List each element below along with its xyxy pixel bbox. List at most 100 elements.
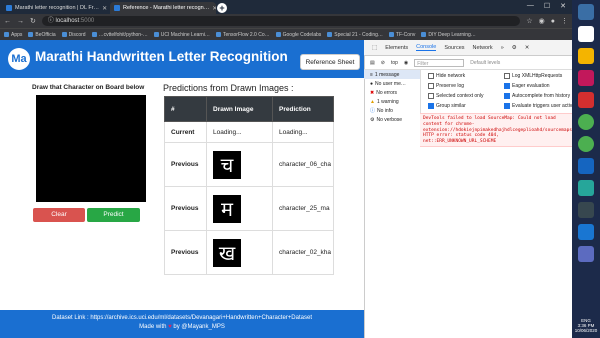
- clear-button[interactable]: Clear: [33, 208, 85, 222]
- drawn-image: ख: [213, 238, 241, 267]
- url-port: :5000: [79, 18, 95, 24]
- window-controls: — ☐ ✕: [527, 2, 566, 10]
- onenote-icon[interactable]: [578, 70, 594, 86]
- sidebar-item-verbose[interactable]: ⚙ No verbose: [364, 115, 420, 124]
- sidebar-item-user-messages[interactable]: ● No user me…: [364, 79, 420, 88]
- info-icon: ⓘ: [370, 108, 376, 114]
- close-icon[interactable]: ✕: [212, 5, 216, 12]
- console-toolbar: ▤ ⊘ top ◉ Filter Default levels: [364, 56, 572, 70]
- new-tab-button[interactable]: +: [217, 3, 227, 13]
- table-row: Previous च character_06_cha: [164, 142, 334, 187]
- minimize-icon[interactable]: —: [527, 2, 534, 10]
- reload-icon[interactable]: ↻: [30, 17, 36, 25]
- pdf-icon[interactable]: [578, 92, 594, 108]
- author-link[interactable]: by @Mayank_MPS: [173, 324, 224, 330]
- bookmark-item[interactable]: Discord: [61, 32, 86, 38]
- system-clock[interactable]: ENG 3:36 PM 10/06/2020: [572, 318, 600, 333]
- app-icon[interactable]: [578, 224, 594, 240]
- setting-preserve-log[interactable]: Preserve log: [428, 83, 464, 89]
- sidebar-item-errors[interactable]: ✖ No errors: [364, 88, 420, 97]
- chrome-icon[interactable]: [578, 114, 594, 130]
- vscode-icon[interactable]: [578, 158, 594, 174]
- row-label: Previous: [164, 230, 207, 275]
- heart-icon: ♥: [168, 324, 172, 330]
- bookmark-item[interactable]: DIY Deep Learning…: [421, 32, 476, 38]
- clock-date: 10/06/2020: [574, 328, 598, 333]
- bookmark-item[interactable]: Google Codelabs: [275, 32, 321, 38]
- context-select[interactable]: top: [391, 60, 398, 66]
- star-icon[interactable]: ☆: [526, 17, 532, 25]
- back-icon[interactable]: ←: [4, 18, 11, 25]
- menu-icon[interactable]: ⋮: [561, 17, 568, 25]
- prediction-cell: character_02_kha: [272, 230, 334, 275]
- setting-log-xhr[interactable]: Log XMLHttpRequests: [504, 73, 562, 79]
- taskbar: [572, 0, 600, 338]
- eye-icon[interactable]: ◉: [404, 60, 408, 66]
- tab-network[interactable]: Network: [473, 45, 493, 51]
- setting-hide-network[interactable]: Hide network: [428, 73, 465, 79]
- setting-selected-context[interactable]: Selected context only: [428, 93, 484, 99]
- drawn-image: म: [213, 194, 241, 223]
- close-icon[interactable]: ✕: [525, 45, 530, 51]
- address-bar[interactable]: ⓘ localhost:5000: [41, 16, 521, 26]
- sidebar-toggle-icon[interactable]: ▤: [370, 60, 375, 66]
- col-header: Prediction: [272, 96, 334, 122]
- tab-marathi-recognition[interactable]: Marathi letter recognition | DL Fr… ✕: [2, 2, 109, 14]
- reference-sheet-button[interactable]: Reference Sheet: [300, 54, 360, 70]
- inspect-icon[interactable]: ⬚: [372, 45, 377, 51]
- windows-icon[interactable]: [578, 4, 594, 20]
- bookmark-icon: [421, 32, 427, 37]
- sidebar-item-messages[interactable]: ≡ 1 message: [364, 70, 420, 79]
- warning-icon: ▲: [370, 98, 375, 105]
- search-icon[interactable]: [578, 26, 594, 42]
- bookmark-item[interactable]: UCI Machine Learni…: [153, 32, 210, 38]
- predict-button[interactable]: Predict: [87, 208, 140, 222]
- close-window-icon[interactable]: ✕: [560, 2, 566, 10]
- tab-elements[interactable]: Elements: [385, 45, 408, 51]
- table-header-row: # Drawn Image Prediction: [164, 96, 334, 122]
- tab-favicon: [6, 5, 12, 11]
- extension-icon[interactable]: ◉: [539, 17, 545, 25]
- tab-sources[interactable]: Sources: [444, 45, 464, 51]
- terminal-icon[interactable]: [578, 202, 594, 218]
- clear-console-icon[interactable]: ⊘: [381, 60, 385, 66]
- dataset-link[interactable]: Dataset Link : https://archive.ics.uci.e…: [0, 315, 364, 321]
- gear-icon[interactable]: ⚙: [512, 45, 517, 51]
- prediction-cell: character_25_ma: [272, 186, 334, 231]
- prediction-cell: Loading...: [272, 121, 334, 143]
- app-logo: Ma: [8, 48, 30, 70]
- made-with-line: Made with ♥ by @Mayank_MPS: [139, 324, 225, 330]
- more-tabs-icon[interactable]: »: [501, 45, 504, 51]
- filter-input[interactable]: Filter: [414, 58, 465, 67]
- drawing-canvas[interactable]: [36, 95, 146, 202]
- setting-eval-triggers[interactable]: Evaluate triggers user activ…: [504, 103, 577, 109]
- levels-select[interactable]: Default levels: [470, 60, 500, 66]
- bookmark-apps[interactable]: Apps: [4, 32, 22, 38]
- chrome-icon[interactable]: [578, 136, 594, 152]
- setting-autocomplete[interactable]: Autocomplete from history: [504, 93, 570, 99]
- sidebar-item-info[interactable]: ⓘ No info: [364, 106, 420, 115]
- tab-console[interactable]: Console: [416, 44, 437, 51]
- maximize-icon[interactable]: ☐: [544, 2, 550, 10]
- file-explorer-icon[interactable]: [578, 48, 594, 64]
- sidebar-item-warnings[interactable]: ▲ 1 warning: [364, 97, 420, 106]
- bookmark-icon: [327, 32, 333, 37]
- apps-icon: [4, 32, 9, 37]
- app-icon[interactable]: [578, 180, 594, 196]
- predictions-table: # Drawn Image Prediction Current Loading…: [164, 96, 334, 275]
- tab-reference[interactable]: Reference - Marathi letter recogn… ✕: [110, 2, 216, 14]
- bookmark-item[interactable]: TF-Conv: [388, 32, 415, 38]
- bookmark-item[interactable]: Special 21 - Coding…: [327, 32, 383, 38]
- bookmark-item[interactable]: BeOfficia: [28, 32, 56, 38]
- forward-icon[interactable]: →: [17, 18, 24, 25]
- close-icon[interactable]: ✕: [102, 5, 107, 12]
- setting-group-similar[interactable]: Group similar: [428, 103, 466, 109]
- table-row: Current Loading... Loading...: [164, 121, 334, 143]
- bookmark-item[interactable]: …cvttelfohit/python-…: [91, 32, 148, 38]
- bookmark-item[interactable]: TensorFlow 2.0 Co…: [215, 32, 270, 38]
- app-icon[interactable]: [578, 246, 594, 262]
- drawn-image-cell: ख: [206, 230, 273, 275]
- setting-eager-eval[interactable]: Eager evaluation: [504, 83, 550, 89]
- error-icon: ✖: [370, 89, 375, 96]
- profile-icon[interactable]: ●: [551, 18, 555, 25]
